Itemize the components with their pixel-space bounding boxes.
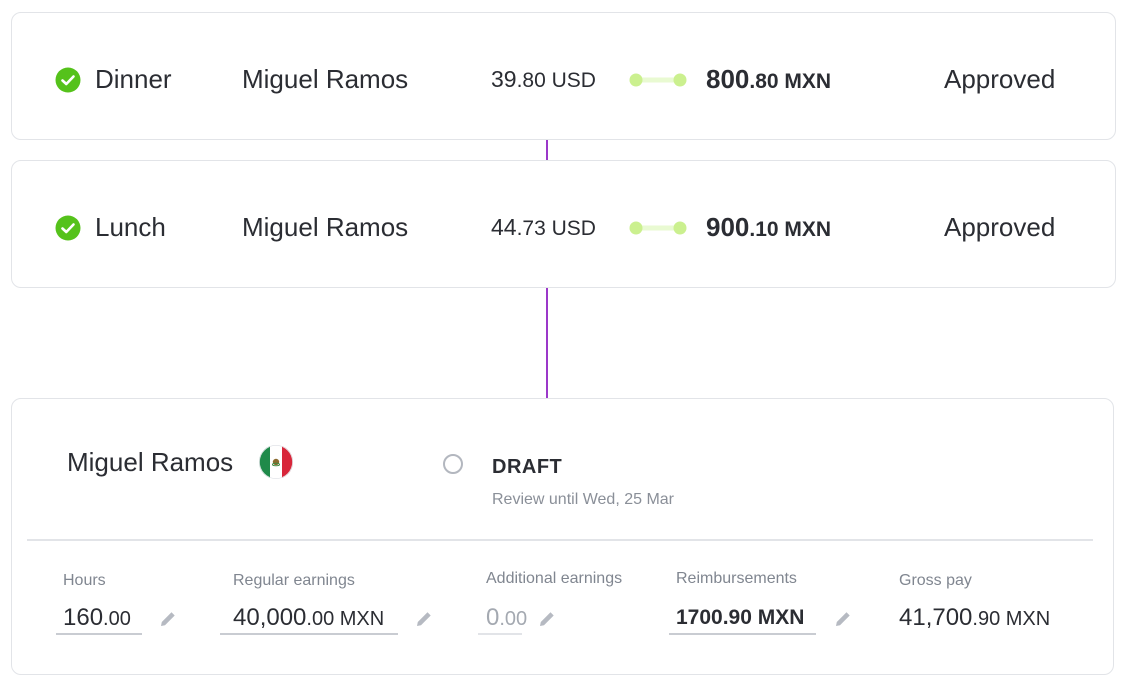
gross-pay-value: 41,700.90 MXN bbox=[899, 604, 1051, 631]
regular-earnings-value[interactable]: 40,000.00 MXN bbox=[233, 604, 384, 632]
regular-earnings-label: Regular earnings bbox=[233, 572, 355, 589]
gross-pay-label: Gross pay bbox=[899, 572, 972, 589]
reimbursements-value[interactable]: 1700.90 MXN bbox=[676, 606, 804, 630]
expense-category: Dinner bbox=[95, 64, 172, 94]
reimbursements-label: Reimbursements bbox=[676, 570, 797, 587]
currency-link-icon bbox=[629, 221, 687, 235]
timeline-connector bbox=[546, 139, 548, 161]
hours-label: Hours bbox=[63, 572, 106, 589]
expense-row-dinner[interactable]: Dinner Miguel Ramos 39.80 USD 800.80 MXN… bbox=[11, 12, 1116, 140]
pencil-icon[interactable] bbox=[414, 609, 434, 629]
divider bbox=[27, 539, 1093, 541]
pencil-icon[interactable] bbox=[158, 609, 178, 629]
regular-earnings-underline bbox=[220, 633, 398, 635]
review-deadline: Review until Wed, 25 Mar bbox=[492, 491, 674, 508]
expense-row-lunch[interactable]: Lunch Miguel Ramos 44.73 USD 900.10 MXN … bbox=[11, 160, 1116, 288]
expense-status: Approved bbox=[944, 64, 1056, 94]
status-label: DRAFT bbox=[492, 456, 563, 478]
expense-category: Lunch bbox=[95, 212, 166, 242]
pencil-icon[interactable] bbox=[537, 609, 557, 629]
expense-employee: Miguel Ramos bbox=[242, 64, 409, 94]
additional-earnings-underline bbox=[478, 633, 522, 635]
check-circle-icon bbox=[55, 215, 81, 241]
expense-amount-mxn: 900.10 MXN bbox=[706, 212, 832, 242]
expense-status: Approved bbox=[944, 212, 1056, 242]
pencil-icon[interactable] bbox=[833, 609, 853, 629]
status-radio[interactable] bbox=[443, 454, 463, 474]
reimbursements-underline bbox=[669, 633, 816, 635]
expense-employee: Miguel Ramos bbox=[242, 212, 409, 242]
timeline-connector bbox=[546, 287, 548, 400]
additional-earnings-label: Additional earnings bbox=[486, 570, 623, 587]
currency-link-icon bbox=[629, 73, 687, 87]
expense-amount-usd: 39.80 USD bbox=[491, 66, 596, 92]
expense-amount-usd: 44.73 USD bbox=[491, 214, 596, 240]
mexico-flag-icon bbox=[259, 445, 293, 479]
check-circle-icon bbox=[55, 67, 81, 93]
additional-earnings-value[interactable]: 0.00 bbox=[486, 604, 527, 632]
employee-name: Miguel Ramos bbox=[67, 447, 234, 477]
hours-value[interactable]: 160.00 bbox=[63, 604, 131, 632]
expense-amount-mxn: 800.80 MXN bbox=[706, 64, 832, 94]
hours-underline bbox=[56, 633, 142, 635]
payroll-card: Miguel Ramos DRAFT Review until Wed, 25 … bbox=[11, 398, 1114, 675]
